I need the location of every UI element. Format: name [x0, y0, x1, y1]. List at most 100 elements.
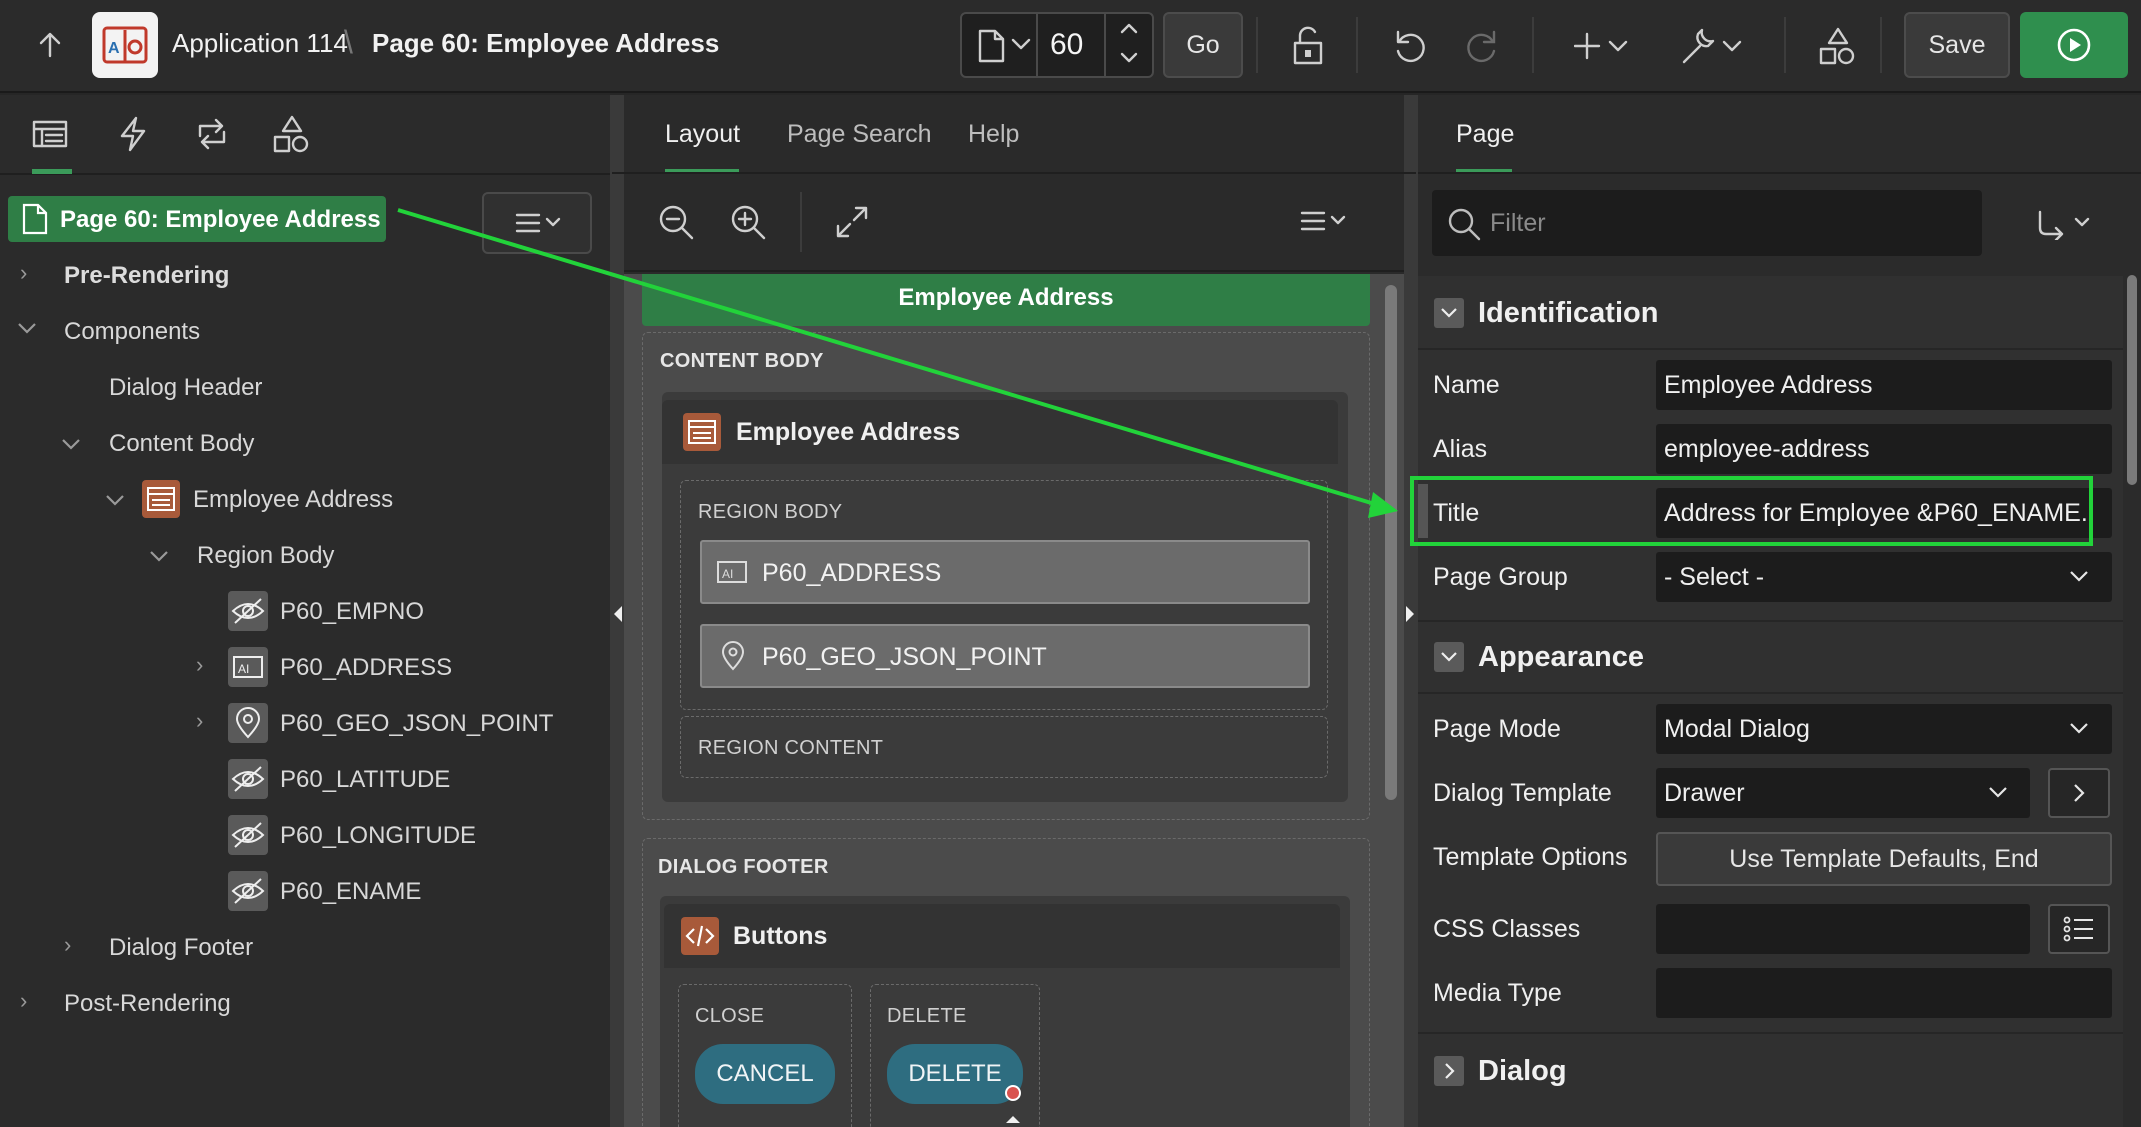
tree-node-dialog-header[interactable]: Dialog Header — [109, 374, 262, 402]
page-icon — [20, 202, 50, 236]
collapse-icon[interactable] — [1434, 642, 1464, 672]
breadcrumb-page: Page 60: Employee Address — [372, 28, 720, 58]
tree-menu-button[interactable] — [482, 192, 592, 254]
prop-label-dialog-template: Dialog Template — [1433, 779, 1612, 807]
chevron-right-icon[interactable]: › — [196, 652, 203, 678]
tree-item[interactable]: P60_GEO_JSON_POINT — [280, 710, 553, 738]
dynamic-actions-tab-icon[interactable] — [113, 114, 163, 158]
add-icon[interactable] — [1574, 30, 1634, 62]
delete-button[interactable]: DELETE — [887, 1044, 1023, 1104]
list-picker-button[interactable] — [2048, 904, 2110, 954]
divider — [612, 172, 1416, 174]
prop-label-css-classes: CSS Classes — [1433, 915, 1581, 943]
media-type-field[interactable] — [1656, 968, 2112, 1018]
tree-item[interactable]: P60_LATITUDE — [280, 766, 450, 794]
wrench-icon[interactable] — [1680, 26, 1744, 66]
chevron-down-icon[interactable] — [1987, 784, 2009, 800]
divider — [1104, 14, 1106, 76]
tree-item[interactable]: P60_LONGITUDE — [280, 822, 476, 850]
zoom-out-icon[interactable] — [656, 202, 696, 242]
alias-field[interactable]: employee-address — [1656, 424, 2112, 474]
tab-page-search[interactable]: Page Search — [787, 120, 932, 149]
chevron-right-icon[interactable]: › — [64, 932, 71, 958]
dialog-footer-label: DIALOG FOOTER — [658, 856, 829, 878]
tree-node-post-rendering[interactable]: Post-Rendering — [64, 990, 231, 1018]
page-number-input[interactable]: 60 — [1050, 28, 1083, 62]
text-field-icon: AI — [716, 558, 748, 586]
shared-components-tab-icon[interactable] — [272, 114, 322, 158]
tree-node-components[interactable]: Components — [64, 318, 200, 346]
search-icon — [1446, 206, 1482, 242]
chevron-down-icon[interactable] — [2068, 720, 2090, 736]
shared-components-icon[interactable] — [1818, 26, 1858, 66]
breadcrumb-app[interactable]: Application 114 — [172, 28, 348, 59]
filter-input[interactable] — [1490, 190, 1970, 256]
content-body-label: CONTENT BODY — [660, 350, 824, 372]
tree-node-content-body[interactable]: Content Body — [109, 430, 254, 458]
chevron-right-icon[interactable]: › — [196, 708, 203, 734]
chevron-down-icon[interactable] — [1010, 36, 1032, 52]
page-icon[interactable] — [975, 28, 1009, 64]
dialog-template-select[interactable]: Drawer — [1656, 768, 2030, 818]
scrollbar[interactable] — [2127, 275, 2137, 485]
divider — [1784, 17, 1786, 73]
tree-node-dialog-footer[interactable]: Dialog Footer — [109, 934, 253, 962]
undo-icon[interactable] — [1390, 26, 1430, 66]
app-logo-icon[interactable]: A — [92, 12, 158, 78]
tree-node-region[interactable]: Employee Address — [193, 486, 393, 514]
page-item-label: P60_ADDRESS — [762, 559, 942, 587]
chevron-down-icon[interactable] — [104, 492, 126, 508]
section-title: Appearance — [1478, 641, 1645, 673]
tree-node-region-body[interactable]: Region Body — [197, 542, 334, 570]
hidden-item-icon — [228, 591, 268, 631]
tab-page[interactable]: Page — [1456, 120, 1514, 149]
go-to-template-button[interactable] — [2048, 768, 2110, 818]
save-button[interactable]: Save — [1904, 12, 2010, 78]
template-options-button[interactable]: Use Template Defaults, End — [1656, 832, 2112, 886]
region-icon — [142, 480, 180, 518]
chevron-down-icon[interactable] — [1118, 50, 1140, 66]
divider — [1036, 14, 1038, 76]
layout-menu-icon[interactable] — [1298, 206, 1358, 236]
go-button[interactable]: Go — [1163, 12, 1243, 78]
tree-item[interactable]: P60_EMPNO — [280, 598, 424, 626]
chevron-down-icon[interactable] — [148, 548, 170, 564]
processing-tab-icon[interactable] — [192, 114, 242, 158]
region-icon — [683, 413, 721, 451]
collapse-left-icon[interactable] — [612, 604, 624, 624]
svg-text:A: A — [108, 40, 120, 57]
divider — [1880, 17, 1882, 73]
go-to-group-icon[interactable] — [2036, 208, 2098, 240]
run-page-button[interactable] — [2020, 12, 2128, 78]
redo-icon[interactable] — [1462, 26, 1502, 66]
chevron-down-icon[interactable] — [16, 320, 38, 336]
expand-icon[interactable] — [1434, 1056, 1464, 1086]
expand-icon[interactable] — [834, 204, 870, 240]
tab-layout[interactable]: Layout — [665, 120, 740, 149]
dialog-header-title: Employee Address — [898, 284, 1114, 311]
region-body-label: REGION BODY — [698, 501, 843, 523]
page-mode-select[interactable]: Modal Dialog — [1656, 704, 2112, 754]
zoom-in-icon[interactable] — [728, 202, 768, 242]
name-field[interactable]: Employee Address — [1656, 360, 2112, 410]
css-classes-field[interactable] — [1656, 904, 2030, 954]
tab-help[interactable]: Help — [968, 120, 1019, 149]
collapse-right-icon[interactable] — [1404, 604, 1416, 624]
chevron-right-icon[interactable]: › — [20, 260, 27, 286]
chevron-right-icon[interactable]: › — [20, 988, 27, 1014]
chevron-down-icon[interactable] — [2068, 568, 2090, 584]
scrollbar[interactable] — [1385, 285, 1397, 800]
tree-item[interactable]: P60_ADDRESS — [280, 654, 452, 682]
page-group-select[interactable]: - Select - — [1656, 552, 2112, 602]
chevron-down-icon[interactable] — [60, 436, 82, 452]
cancel-button[interactable]: CANCEL — [695, 1044, 835, 1104]
unlock-icon[interactable] — [1290, 24, 1326, 66]
chevron-up-icon[interactable] — [1118, 20, 1140, 36]
tree-item[interactable]: P60_ENAME — [280, 878, 421, 906]
tree-node-pre-rendering[interactable]: Pre-Rendering — [64, 262, 229, 290]
title-highlight-box — [1410, 476, 2093, 546]
tree-node-page-label[interactable]: Page 60: Employee Address — [60, 206, 381, 234]
rendering-tab-icon[interactable] — [30, 114, 80, 158]
collapse-icon[interactable] — [1434, 298, 1464, 328]
up-arrow-icon[interactable] — [30, 25, 70, 65]
